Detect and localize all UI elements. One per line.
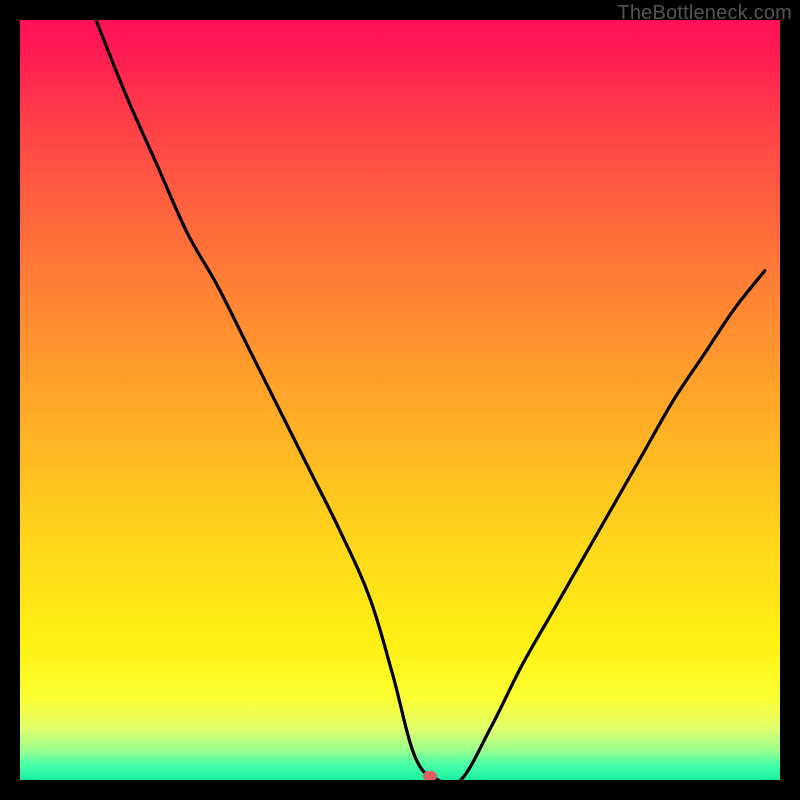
plot-area (20, 20, 780, 780)
minimum-marker (423, 771, 437, 780)
bottleneck-curve (20, 20, 780, 780)
chart-stage: TheBottleneck.com (0, 0, 800, 800)
